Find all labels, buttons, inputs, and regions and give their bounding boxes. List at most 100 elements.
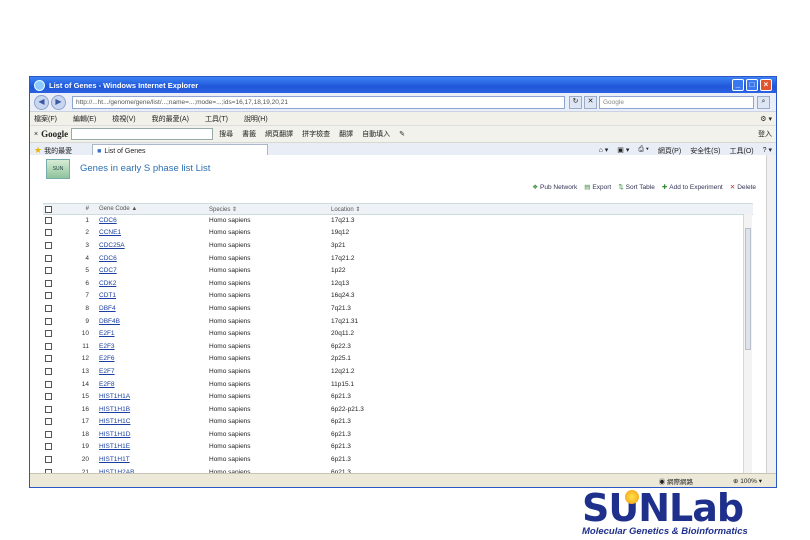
col-number[interactable]: # bbox=[75, 206, 89, 212]
close-button[interactable]: × bbox=[760, 79, 772, 91]
row-checkbox[interactable] bbox=[45, 241, 52, 249]
search-icon[interactable]: ⌕ bbox=[757, 95, 770, 109]
row-checkbox[interactable] bbox=[45, 304, 52, 312]
toolbar-autofill[interactable]: 自動填入 bbox=[362, 129, 390, 139]
pub-network-link[interactable]: ❖ Pub Network bbox=[532, 183, 577, 191]
row-checkbox[interactable] bbox=[45, 456, 52, 464]
menu-view[interactable]: 檢視(V) bbox=[112, 114, 135, 124]
gene-code-link[interactable]: HIST1H1B bbox=[99, 406, 130, 413]
home-icon[interactable]: ⌂ ▾ bbox=[599, 146, 609, 156]
table-row[interactable]: 11 E2F3 Homo sapiens 6p22.3 bbox=[43, 340, 753, 353]
gene-code-link[interactable]: CDC7 bbox=[99, 267, 117, 274]
gene-code-link[interactable]: CDC25A bbox=[99, 242, 125, 249]
gene-code-link[interactable]: E2F6 bbox=[99, 355, 115, 362]
row-checkbox[interactable] bbox=[45, 430, 52, 438]
gene-code-link[interactable]: CDC6 bbox=[99, 255, 117, 262]
command-tools[interactable]: 工具(O) bbox=[730, 146, 754, 156]
row-checkbox[interactable] bbox=[45, 405, 52, 413]
print-icon[interactable]: ⎙ ▾ bbox=[638, 146, 649, 156]
menu-help[interactable]: 說明(H) bbox=[244, 114, 268, 124]
gene-code-link[interactable]: CDC6 bbox=[99, 217, 117, 224]
table-scroll-thumb[interactable] bbox=[745, 228, 751, 350]
gene-code-link[interactable]: CDT1 bbox=[99, 292, 116, 299]
gene-code-link[interactable]: HIST1H1T bbox=[99, 456, 130, 463]
gene-code-link[interactable]: E2F7 bbox=[99, 368, 115, 375]
table-row[interactable]: 4 CDC6 Homo sapiens 17q21.2 bbox=[43, 252, 753, 265]
row-checkbox[interactable] bbox=[45, 216, 52, 224]
gene-code-link[interactable]: CDK2 bbox=[99, 280, 116, 287]
search-input[interactable]: Google bbox=[599, 95, 754, 109]
table-row[interactable]: 10 E2F1 Homo sapiens 20q11.2 bbox=[43, 327, 753, 340]
table-row[interactable]: 7 CDT1 Homo sapiens 16q24.3 bbox=[43, 290, 753, 303]
row-checkbox[interactable] bbox=[45, 443, 52, 451]
export-link[interactable]: ▤ Export bbox=[584, 183, 611, 191]
gene-code-link[interactable]: DBF4B bbox=[99, 318, 120, 325]
favorites-label[interactable]: 我的最愛 bbox=[44, 146, 72, 156]
row-checkbox[interactable] bbox=[45, 292, 52, 300]
row-checkbox[interactable] bbox=[45, 229, 52, 237]
maximize-button[interactable]: □ bbox=[746, 79, 758, 91]
table-row[interactable]: 18 HIST1H1D Homo sapiens 6p21.3 bbox=[43, 428, 753, 441]
table-row[interactable]: 9 DBF4B Homo sapiens 17q21.31 bbox=[43, 315, 753, 328]
select-all-checkbox[interactable] bbox=[45, 205, 52, 213]
table-row[interactable]: 13 E2F7 Homo sapiens 12q21.2 bbox=[43, 365, 753, 378]
table-row[interactable]: 2 CCNE1 Homo sapiens 19q12 bbox=[43, 227, 753, 240]
table-row[interactable]: 19 HIST1H1E Homo sapiens 6p21.3 bbox=[43, 441, 753, 454]
pencil-icon[interactable]: ✎ bbox=[399, 130, 405, 138]
row-checkbox[interactable] bbox=[45, 367, 52, 375]
menu-edit[interactable]: 編輯(E) bbox=[73, 114, 96, 124]
row-checkbox[interactable] bbox=[45, 393, 52, 401]
table-row[interactable]: 21 HIST1H2AB Homo sapiens 6p21.3 bbox=[43, 466, 753, 473]
table-row[interactable]: 12 E2F6 Homo sapiens 2p25.1 bbox=[43, 353, 753, 366]
col-gene-code[interactable]: Gene Code ▲ bbox=[99, 206, 209, 212]
command-page[interactable]: 網頁(P) bbox=[658, 146, 681, 156]
row-checkbox[interactable] bbox=[45, 330, 52, 338]
google-search-input[interactable] bbox=[71, 128, 214, 140]
row-checkbox[interactable] bbox=[45, 267, 52, 275]
gene-code-link[interactable]: DBF4 bbox=[99, 305, 116, 312]
menu-favorites[interactable]: 我的最愛(A) bbox=[152, 114, 189, 124]
table-row[interactable]: 17 HIST1H1C Homo sapiens 6p21.3 bbox=[43, 416, 753, 429]
col-location[interactable]: Location ⇕ bbox=[331, 206, 451, 213]
table-row[interactable]: 16 HIST1H1B Homo sapiens 6p22-p21.3 bbox=[43, 403, 753, 416]
refresh-icon[interactable]: ↻ bbox=[569, 95, 582, 109]
command-safety[interactable]: 安全性(S) bbox=[690, 146, 720, 156]
url-field[interactable]: http://...ht.../genome/gene/list/...;nam… bbox=[72, 95, 565, 109]
forward-icon[interactable]: ▶ bbox=[51, 94, 66, 110]
gene-code-link[interactable]: HIST1H1C bbox=[99, 418, 130, 425]
table-row[interactable]: 14 E2F8 Homo sapiens 11p15.1 bbox=[43, 378, 753, 391]
row-checkbox[interactable] bbox=[45, 418, 52, 426]
help-icon[interactable]: ? ▾ bbox=[763, 146, 772, 156]
gene-code-link[interactable]: HIST1H1D bbox=[99, 431, 130, 438]
table-row[interactable]: 5 CDC7 Homo sapiens 1p22 bbox=[43, 264, 753, 277]
zoom-control[interactable]: ⊕ 100% ▾ bbox=[733, 477, 762, 485]
col-species[interactable]: Species ⇕ bbox=[209, 206, 331, 213]
stop-icon[interactable]: ✕ bbox=[584, 95, 597, 109]
minimize-button[interactable]: _ bbox=[732, 79, 744, 91]
delete-link[interactable]: ✕ Delete bbox=[730, 183, 756, 191]
gene-code-link[interactable]: E2F8 bbox=[99, 381, 115, 388]
row-checkbox[interactable] bbox=[45, 355, 52, 363]
toolbar-translate[interactable]: 翻譯 bbox=[339, 129, 353, 139]
row-checkbox[interactable] bbox=[45, 342, 52, 350]
window-scrollbar[interactable] bbox=[766, 155, 776, 473]
row-checkbox[interactable] bbox=[45, 317, 52, 325]
toolbar-bookmark[interactable]: 書籤 bbox=[242, 129, 256, 139]
table-row[interactable]: 6 CDK2 Homo sapiens 12q13 bbox=[43, 277, 753, 290]
table-row[interactable]: 15 HIST1H1A Homo sapiens 6p21.3 bbox=[43, 390, 753, 403]
toolbar-spellcheck[interactable]: 拼字檢查 bbox=[302, 129, 330, 139]
row-checkbox[interactable] bbox=[45, 380, 52, 388]
add-to-experiment-link[interactable]: ✚ Add to Experiment bbox=[662, 183, 723, 191]
gene-code-link[interactable]: E2F3 bbox=[99, 343, 115, 350]
back-icon[interactable]: ◀ bbox=[34, 94, 49, 110]
gene-code-link[interactable]: E2F1 bbox=[99, 330, 115, 337]
links-icon[interactable]: ⚙ ▾ bbox=[760, 115, 772, 123]
table-scrollbar[interactable] bbox=[743, 214, 752, 473]
close-toolbar-icon[interactable]: × bbox=[34, 131, 38, 138]
toolbar-page-translate[interactable]: 網頁翻譯 bbox=[265, 129, 293, 139]
feed-icon[interactable]: ▣ ▾ bbox=[617, 146, 629, 156]
gene-code-link[interactable]: HIST1H1E bbox=[99, 443, 130, 450]
row-checkbox[interactable] bbox=[45, 279, 52, 287]
gene-code-link[interactable]: HIST1H1A bbox=[99, 393, 130, 400]
menu-tools[interactable]: 工具(T) bbox=[205, 114, 228, 124]
